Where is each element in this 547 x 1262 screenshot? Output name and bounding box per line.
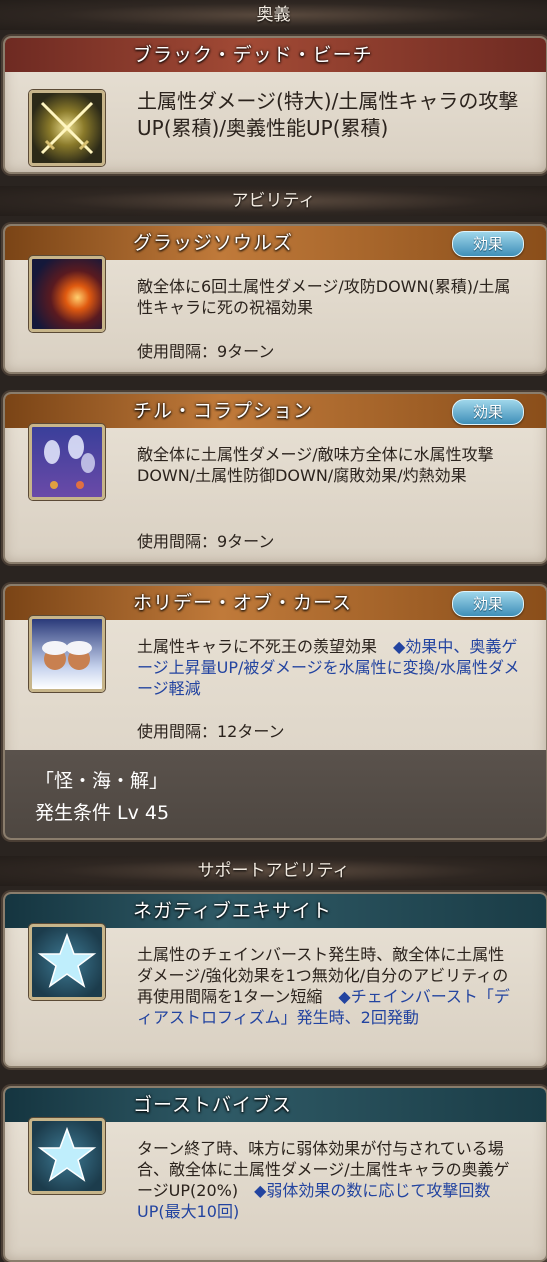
section-header-support: サポートアビリティ bbox=[0, 856, 547, 886]
ability-card-1[interactable]: グラッジソウルズ 効果 敵全体に6回土属性ダメージ/攻防DOWN(累積)/土属性… bbox=[3, 224, 547, 374]
ability-interval: 使用間隔：9ターン bbox=[137, 342, 275, 361]
unlock-condition: 「怪・海・解」 発生条件 Lv 45 bbox=[5, 750, 546, 838]
effect-button[interactable]: 効果 bbox=[452, 591, 524, 617]
section-title: 奥義 bbox=[256, 5, 291, 25]
ougi-description: 土属性ダメージ(特大)/土属性キャラの攻撃UP(累積)/奥義性能UP(累積) bbox=[137, 89, 519, 140]
support-description: ターン終了時、味方に弱体効果が付与されている場合、敵全体に土属性ダメージ/土属性… bbox=[137, 1138, 520, 1222]
section-title: サポートアビリティ bbox=[197, 861, 350, 881]
support-card-2[interactable]: ゴーストバイブス ターン終了時、味方に弱体効果が付与されている場合、敵全体に土属… bbox=[3, 1086, 547, 1262]
effect-button[interactable]: 効果 bbox=[452, 399, 524, 425]
support-card-1[interactable]: ネガティブエキサイト 土属性のチェインバースト発生時、敵全体に土属性ダメージ/強… bbox=[3, 892, 547, 1068]
ghosts-icon bbox=[29, 424, 105, 500]
ougi-name: ブラック・デッド・ビーチ bbox=[5, 38, 546, 72]
effect-button[interactable]: 効果 bbox=[452, 231, 524, 257]
ability-interval: 使用間隔：12ターン bbox=[137, 722, 285, 741]
fireball-icon bbox=[29, 256, 105, 332]
ability-description: 土属性キャラに不死王の羨望効果 ◆効果中、奥義ゲージ上昇量UP/被ダメージを水属… bbox=[137, 636, 520, 699]
support-description: 土属性のチェインバースト発生時、敵全体に土属性ダメージ/強化効果を1つ無効化/自… bbox=[137, 944, 520, 1028]
section-header-ougi: 奥義 bbox=[0, 0, 547, 30]
ability-description-text: 土属性キャラに不死王の羨望効果 bbox=[137, 637, 378, 656]
ability-interval: 使用間隔：9ターン bbox=[137, 532, 275, 551]
star-icon bbox=[29, 1118, 105, 1194]
section-header-ability: アビリティ bbox=[0, 186, 547, 216]
condition-level: 発生条件 Lv 45 bbox=[35, 802, 170, 824]
ability-description: 敵全体に土属性ダメージ/敵味方全体に水属性攻撃DOWN/土属性防御DOWN/腐敗… bbox=[137, 445, 494, 485]
section-title: アビリティ bbox=[231, 191, 316, 211]
ability-card-2[interactable]: チル・コラプション 効果 敵全体に土属性ダメージ/敵味方全体に水属性攻撃DOWN… bbox=[3, 392, 547, 564]
star-icon bbox=[29, 924, 105, 1000]
support-name: ゴーストバイブス bbox=[5, 1088, 546, 1122]
crossed-swords-icon bbox=[29, 90, 105, 166]
holiday-curse-icon bbox=[29, 616, 105, 692]
ability-card-3[interactable]: ホリデー・オブ・カース 効果 土属性キャラに不死王の羨望効果 ◆効果中、奥義ゲー… bbox=[3, 584, 547, 840]
condition-title: 「怪・海・解」 bbox=[35, 770, 169, 792]
ougi-card[interactable]: ブラック・デッド・ビーチ 土属性ダメージ(特大)/土属性キャラの攻撃UP(累積)… bbox=[3, 36, 547, 174]
support-name: ネガティブエキサイト bbox=[5, 894, 546, 928]
ability-description: 敵全体に6回土属性ダメージ/攻防DOWN(累積)/土属性キャラに死の祝福効果 bbox=[137, 277, 511, 317]
